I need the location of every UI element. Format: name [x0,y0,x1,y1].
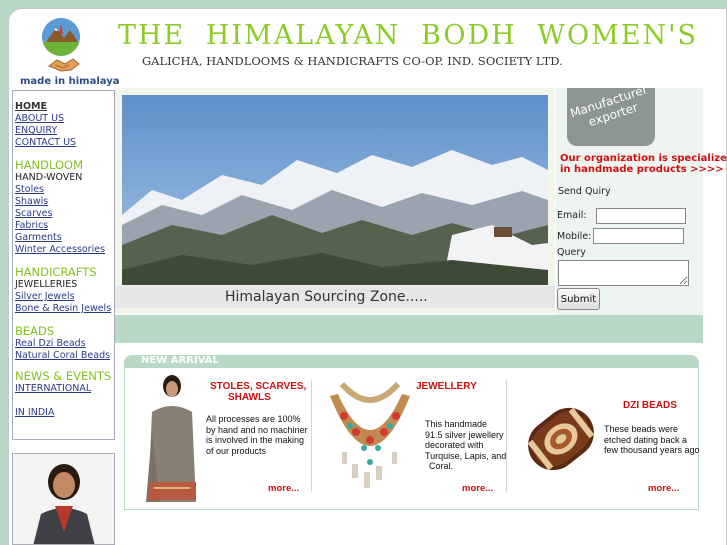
new-arrival-title: NEW ARRIVAL [141,355,219,366]
nav-winter-accessories[interactable]: Winter Accessories [15,244,114,256]
nav-in-india[interactable]: IN INDIA [15,407,114,419]
product-desc-line: Turquise, Lapis, and [425,450,507,461]
made-in-himalaya: made in himalaya [20,76,120,87]
product-separator [311,380,312,492]
nav-real-dzi-beads[interactable]: Real Dzi Beads [15,338,114,350]
product-desc-line: All processes are 100% [206,414,301,424]
left-nav: HOME ABOUT US ENQUIRY CONTACT US HANDLOO… [12,90,115,440]
send-quiry-heading: Send Quiry [558,186,611,197]
manufacturer-exporter-badge: Manufacturer exporter [567,88,655,146]
nav-shawls[interactable]: Shawls [15,196,114,208]
product-desc-line: is involved in the making [206,435,305,445]
nav-international[interactable]: INTERNATIONAL [15,383,114,395]
more-link-stoles[interactable]: more... [268,483,299,494]
mobile-field[interactable] [593,228,684,244]
nav-heading-handloom: HANDLOOM [15,158,83,172]
product-desc-line: These beads were [604,424,679,434]
nav-label-hand-woven: HAND-WOVEN [15,172,83,183]
site-title: THE HIMALAYAN BODH WOMEN'S [118,20,699,51]
product-desc-line: by hand and no machiner [206,424,308,435]
specialize-line-2: in handmade products >>>> [560,164,724,175]
nav-garments[interactable]: Garments [15,232,114,244]
query-label: Query [557,247,586,258]
product-title-line: STOLES, SCARVES, [210,381,307,392]
email-label: Email: [557,210,587,221]
nav-enquiry[interactable]: ENQUIRY [15,125,114,137]
person-photo [12,453,115,545]
nav-heading-beads: BEADS [15,324,55,338]
hero-banner [115,88,555,313]
product-desc-line: etched dating back a [604,434,688,445]
nav-label-jewelleries: JEWELLERIES [15,279,78,290]
product-desc-line: of our products [206,445,267,456]
product-title-jewellery: JEWELLERY [416,381,477,392]
nav-home[interactable]: HOME [15,101,114,113]
product-desc-dzi-beads: These beads were etched dating back a fe… [604,424,700,456]
nav-natural-coral-beads[interactable]: Natural Coral Beads [15,350,114,362]
specialize-text: Our organization is specialize in handma… [560,153,727,175]
product-desc-stoles: All processes are 100% by hand and no ma… [206,414,308,456]
dzi-bead-product-image [512,384,610,494]
product-title-stoles: STOLES, SCARVES, SHAWLS [210,381,306,403]
nav-silver-jewels[interactable]: Silver Jewels [15,291,114,303]
society-logo [42,18,80,56]
divider-strip [115,315,703,343]
mobile-label: Mobile: [557,231,592,242]
jewellery-product-image [322,376,418,494]
product-desc-line: Coral. [429,461,454,471]
nav-stoles[interactable]: Stoles [15,184,114,196]
hero-caption: Himalayan Sourcing Zone..... [115,286,555,308]
nav-heading-handicrafts: HANDICRAFTS [15,265,97,279]
handshake-icon [47,56,81,74]
stole-product-image [130,372,205,504]
product-desc-jewellery: This handmade 91.5 silver jewellery deco… [425,419,506,472]
more-link-jewellery[interactable]: more... [462,483,493,494]
product-desc-line: decorated with [425,440,484,450]
product-desc-line: 91.5 silver jewellery [425,429,504,440]
submit-button[interactable]: Submit [557,288,600,310]
nav-bone-resin-jewels[interactable]: Bone & Resin Jewels [15,303,114,315]
nav-contact-us[interactable]: CONTACT US [15,137,114,149]
product-title-dzi-beads: DZI BEADS [623,400,677,411]
product-desc-line: This handmade [425,419,488,429]
nav-fabrics[interactable]: Fabrics [15,220,114,232]
product-desc-line: few thousand years ago [604,445,700,455]
product-title-line: SHAWLS [228,392,271,403]
site-subtitle: GALICHA, HANDLOOMS & HANDICRAFTS CO-OP. … [142,54,563,68]
specialize-line-1: Our organization is specialize [560,153,727,164]
nav-about-us[interactable]: ABOUT US [15,113,114,125]
more-link-dzi-beads[interactable]: more... [648,483,679,494]
himalaya-mountain-image [122,95,548,285]
nav-scarves[interactable]: Scarves [15,208,114,220]
nav-heading-news-events: NEWS & EVENTS [15,369,112,383]
email-field[interactable] [596,208,686,224]
badge-text: Manufacturer exporter [568,88,650,130]
query-textarea[interactable] [558,260,689,286]
